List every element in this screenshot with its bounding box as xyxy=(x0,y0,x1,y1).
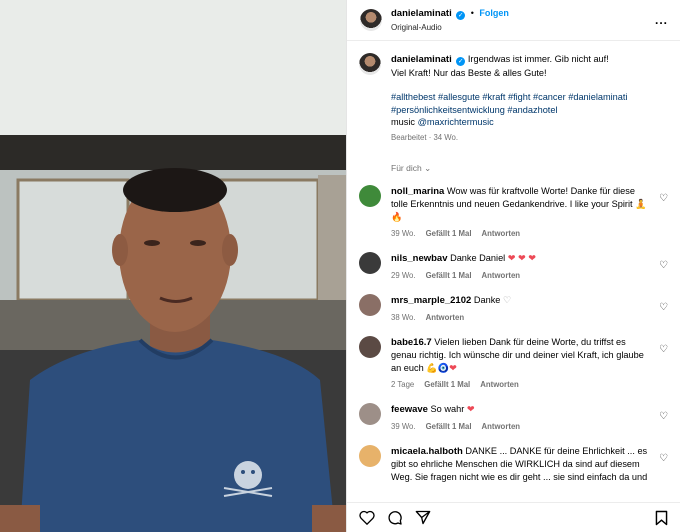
comment-emoji: ❤ ❤ ❤ xyxy=(507,252,536,263)
comment-item: nils_newbav Danke Daniel ❤ ❤ ❤ 29 Wo. Gefä… xyxy=(359,251,668,283)
comment-emoji: ❤ xyxy=(466,403,475,414)
comment-item: babe16.7 Vielen lieben Dank für deine Wo… xyxy=(359,335,668,392)
comment-like-heart-icon[interactable]: ♡ xyxy=(659,302,668,313)
comments-scroll-area[interactable]: danielaminati ✓ Irgendwas ist immer. Gib… xyxy=(347,41,680,502)
comment-like-heart-icon[interactable]: ♡ xyxy=(659,344,668,355)
comment-timestamp: 2 Tage xyxy=(391,380,415,390)
caption-avatar[interactable] xyxy=(359,53,381,75)
comment-item: feewave So wahr ❤ 39 Wo. Gefällt 1 Mal Antw… xyxy=(359,402,668,434)
comment-like-heart-icon[interactable]: ♡ xyxy=(659,193,668,204)
commenter-avatar[interactable] xyxy=(359,293,381,316)
comment-like-heart-icon[interactable]: ♡ xyxy=(659,411,668,422)
comment-item: mrs_marple_2102 Danke ♡ 38 Wo. Antworten ♡ xyxy=(359,293,668,325)
comment-username[interactable]: feewave xyxy=(391,404,428,415)
comment-timestamp: 39 Wo. xyxy=(391,422,416,432)
caption-line-2: Viel Kraft! Nur das Beste & alles Gute! xyxy=(391,67,547,78)
comment-text: Danke Daniel xyxy=(450,252,506,263)
comment-bubble-icon[interactable] xyxy=(387,510,403,526)
bookmark-icon[interactable] xyxy=(655,510,668,526)
comment-emoji: 💪🧿❤ xyxy=(426,362,457,373)
comment-item: noll_marina Wow was für kraftvolle Worte… xyxy=(359,184,668,241)
comment-likes[interactable]: Gefällt 1 Mal xyxy=(426,229,472,238)
commenter-avatar[interactable] xyxy=(359,335,381,358)
comment-emoji: ♡ xyxy=(502,294,512,305)
audio-link[interactable]: Original-Audio xyxy=(391,23,655,32)
reply-button[interactable]: Antworten xyxy=(480,380,519,389)
comment-username[interactable]: nils_newbav xyxy=(391,253,448,264)
like-heart-icon[interactable] xyxy=(359,510,375,525)
post-caption: danielaminati ✓ Irgendwas ist immer. Gib… xyxy=(359,53,668,145)
comment-likes[interactable]: Gefällt 1 Mal xyxy=(424,380,470,389)
reel-video[interactable] xyxy=(0,0,346,532)
sort-label: Für dich xyxy=(391,162,422,173)
comment-timestamp: 29 Wo. xyxy=(391,271,416,281)
comment-timestamp: 39 Wo. xyxy=(391,229,416,239)
post-actions-bar xyxy=(347,502,680,532)
comment-username[interactable]: babe16.7 xyxy=(391,337,432,348)
verified-badge-icon: ✓ xyxy=(456,11,466,20)
commenter-avatar[interactable] xyxy=(359,184,381,207)
post-header: danielaminati ✓ • Folgen Original-Audio … xyxy=(347,0,680,41)
comment-timestamp: 38 Wo. xyxy=(391,313,416,323)
sort-for-you-dropdown[interactable]: Für dich ⌄ xyxy=(391,163,668,174)
caption-edited-time: Bearbeitet · 34 Wo. xyxy=(391,132,459,142)
comment-likes[interactable]: Gefällt 1 Mal xyxy=(426,422,472,431)
share-send-icon[interactable] xyxy=(415,510,431,525)
commenter-avatar[interactable] xyxy=(359,251,381,274)
comment-username[interactable]: noll_marina xyxy=(391,186,444,197)
verified-badge-icon: ✓ xyxy=(456,57,466,66)
reply-button[interactable]: Antworten xyxy=(426,313,465,322)
comment-username[interactable]: mrs_marple_2102 xyxy=(391,295,471,306)
comment-text: Danke xyxy=(473,294,501,305)
commenter-avatar[interactable] xyxy=(359,402,381,425)
more-options-icon[interactable]: ... xyxy=(655,13,668,27)
comments-list: noll_marina Wow was für kraftvolle Worte… xyxy=(359,184,668,484)
music-label: music xyxy=(391,117,415,128)
reply-button[interactable]: Antworten xyxy=(482,422,521,431)
follow-button[interactable]: Folgen xyxy=(479,8,509,18)
comment-like-heart-icon[interactable]: ♡ xyxy=(659,453,668,464)
post-side-panel: danielaminati ✓ • Folgen Original-Audio … xyxy=(346,0,680,532)
author-avatar[interactable] xyxy=(360,9,382,31)
separator-dot: • xyxy=(470,8,474,18)
comment-text: So wahr xyxy=(430,403,465,414)
music-handle-link[interactable]: @maxrichtermusic xyxy=(418,117,494,127)
chevron-down-icon: ⌄ xyxy=(424,162,432,173)
reply-button[interactable]: Antworten xyxy=(482,229,521,238)
commenter-avatar[interactable] xyxy=(359,444,381,467)
comment-item: micaela.halboth DANKE ... DANKE für dein… xyxy=(359,444,668,484)
reply-button[interactable]: Antworten xyxy=(482,271,521,280)
comment-username[interactable]: micaela.halboth xyxy=(391,446,463,457)
comment-like-heart-icon[interactable]: ♡ xyxy=(659,260,668,271)
caption-line-1: Irgendwas ist immer. Gib nicht auf! xyxy=(467,54,609,64)
video-frame-image xyxy=(0,0,346,532)
comment-likes[interactable]: Gefällt 1 Mal xyxy=(426,271,472,280)
caption-username[interactable]: danielaminati xyxy=(391,54,452,65)
caption-hashtags-2[interactable]: #persönlichkeitsentwicklung #andazhotel xyxy=(391,104,668,117)
caption-hashtags-1[interactable]: #allthebest #allesgute #kraft #fight #ca… xyxy=(391,91,668,104)
author-username[interactable]: danielaminati xyxy=(391,8,452,19)
